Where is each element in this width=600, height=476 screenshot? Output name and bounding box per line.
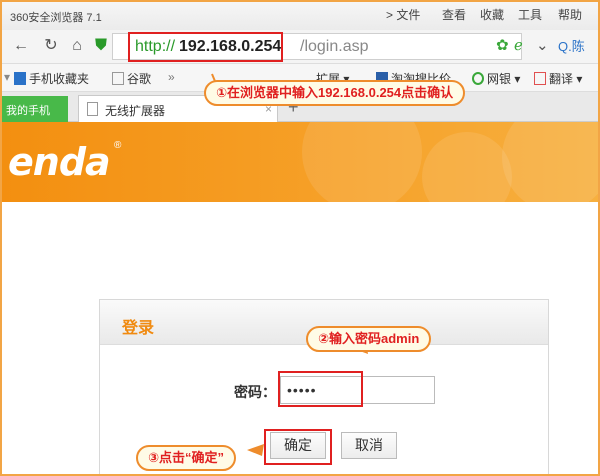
- banner-decoration: [302, 122, 422, 202]
- refresh-icon[interactable]: ↻: [40, 35, 62, 57]
- ie-mode-icon[interactable]: ℯ: [514, 36, 523, 54]
- bookmarks-more[interactable]: »: [168, 70, 175, 84]
- bookmark-google-label: 谷歌: [127, 72, 152, 86]
- brand-banner: enda ®: [2, 122, 598, 202]
- menu-tools[interactable]: 工具: [518, 6, 542, 23]
- menu-file[interactable]: > 文件: [386, 6, 420, 23]
- bookmarks-arrow-icon[interactable]: ▾: [4, 70, 10, 84]
- window-title: 360安全浏览器 7.1: [10, 12, 102, 24]
- bank-button[interactable]: 网银 ▾: [472, 70, 520, 87]
- password-label: 密码：: [234, 384, 276, 400]
- tab-label: 无线扩展器: [105, 104, 166, 118]
- callout-step3: ③点击“确定”: [136, 445, 237, 471]
- cancel-button[interactable]: 取消: [341, 432, 397, 459]
- page-icon: [112, 72, 124, 85]
- callout-step2: ②输入密码admin: [306, 326, 432, 352]
- screenshot-frame: 360安全浏览器 7.1 > 文件 查看 收藏 工具 帮助 ← ↻ ⌂ ⛊ ht…: [0, 0, 600, 476]
- translate-label: 翻译: [549, 72, 574, 86]
- speed-icon[interactable]: ✿: [496, 36, 509, 54]
- url-highlight: [128, 32, 283, 62]
- banner-decoration: [422, 132, 512, 202]
- search-box[interactable]: Q.陈: [558, 36, 585, 55]
- registered-mark: ®: [114, 140, 122, 151]
- confirm-highlight: [264, 429, 332, 465]
- bank-label: 网银: [487, 72, 512, 86]
- home-icon[interactable]: ⌂: [66, 35, 88, 57]
- banner-decoration: [502, 122, 598, 202]
- back-icon[interactable]: ←: [10, 35, 32, 57]
- brand-logo: enda: [8, 140, 111, 184]
- bookmark-mobile[interactable]: 手机收藏夹: [14, 70, 89, 87]
- translate-icon: [534, 72, 546, 85]
- menu-favorites[interactable]: 收藏: [480, 6, 504, 23]
- phone-icon: [14, 72, 26, 85]
- page-icon: [87, 102, 98, 116]
- menu-help[interactable]: 帮助: [558, 6, 582, 23]
- menu-view[interactable]: 查看: [442, 6, 466, 23]
- bookmark-google[interactable]: 谷歌: [112, 70, 151, 87]
- tab-my-phone[interactable]: 我的手机: [2, 96, 68, 122]
- callout-step1: ①在浏览器中输入192.168.0.254点击确认: [204, 80, 466, 106]
- dropdown-icon[interactable]: ⌄: [536, 36, 549, 54]
- shield-icon[interactable]: ⛊: [90, 35, 112, 57]
- url-path: /login.asp: [300, 38, 369, 55]
- bank-icon: [472, 72, 484, 85]
- bookmark-mobile-label: 手机收藏夹: [29, 72, 90, 86]
- password-highlight: [278, 371, 363, 407]
- login-title: 登录: [122, 320, 155, 337]
- title-bar: 360安全浏览器 7.1 > 文件 查看 收藏 工具 帮助: [2, 2, 598, 30]
- translate-button[interactable]: 翻译 ▾: [534, 70, 582, 87]
- address-bar: ← ↻ ⌂ ⛊ http:// 192.168.0.254 /login.asp…: [2, 30, 598, 64]
